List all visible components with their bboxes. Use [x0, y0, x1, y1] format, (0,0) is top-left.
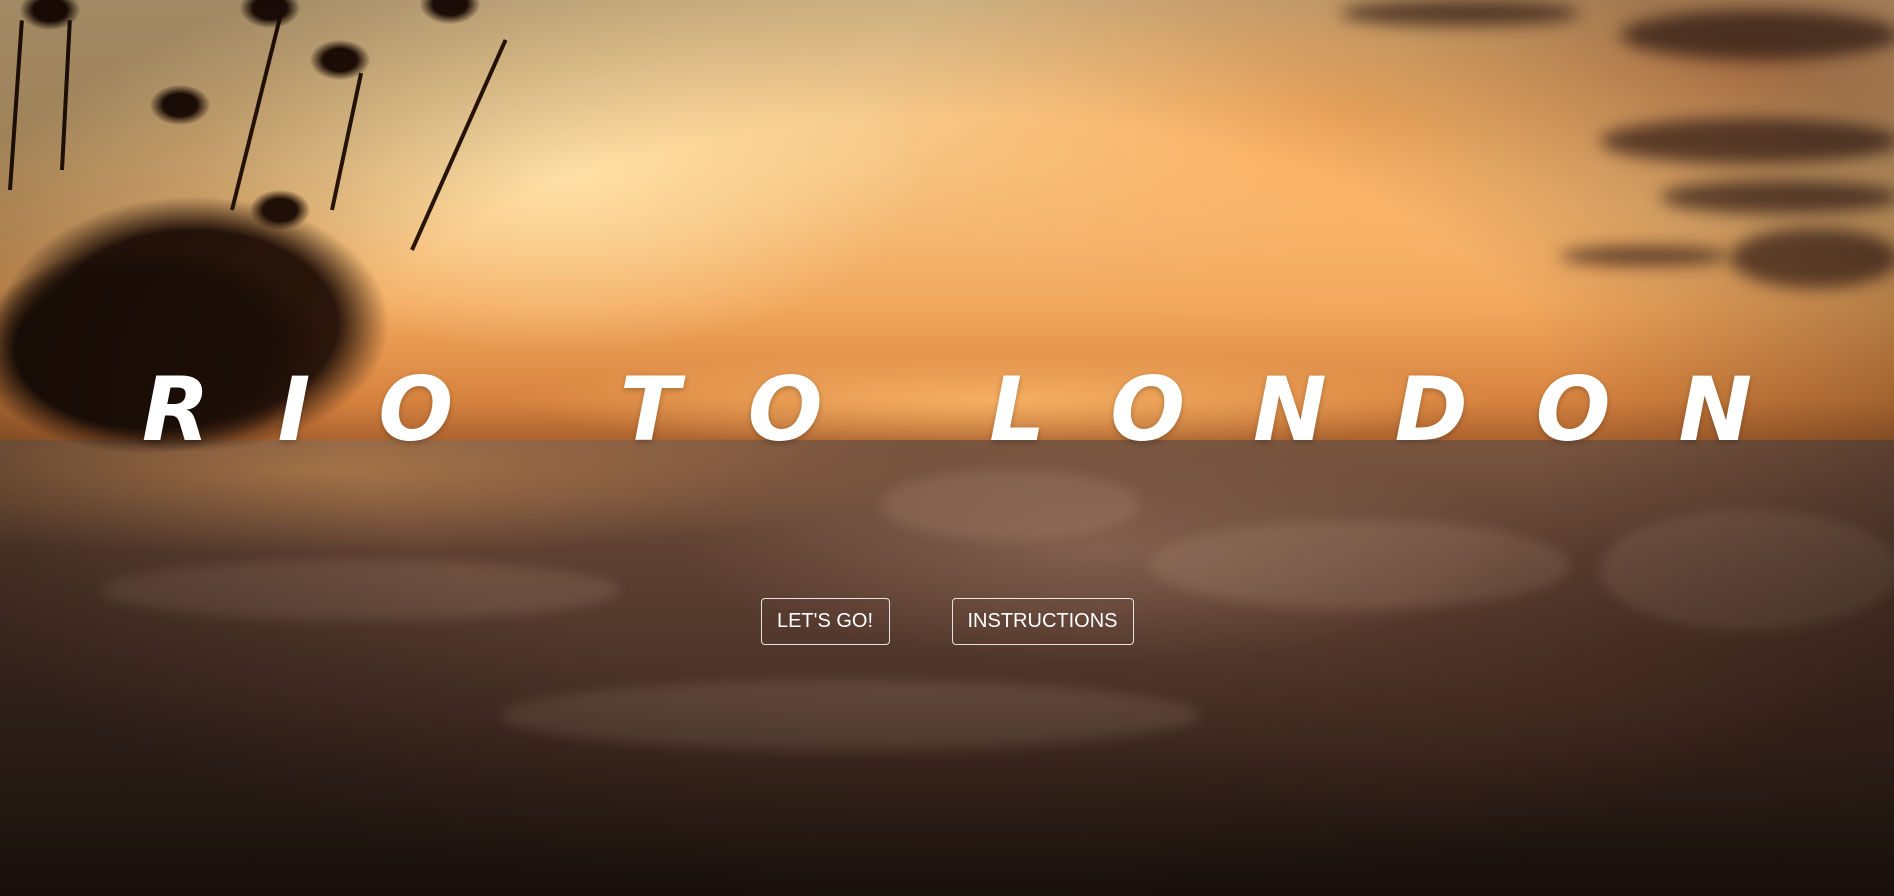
instructions-button[interactable]: INSTRUCTIONS: [951, 598, 1134, 645]
lets-go-button[interactable]: LET'S GO!: [760, 598, 890, 645]
page-title: RIO TO LONDON: [141, 358, 1821, 461]
action-buttons: LET'S GO! INSTRUCTIONS: [0, 598, 1894, 645]
landing-screen: RIO TO LONDON LET'S GO! INSTRUCTIONS: [0, 0, 1894, 896]
